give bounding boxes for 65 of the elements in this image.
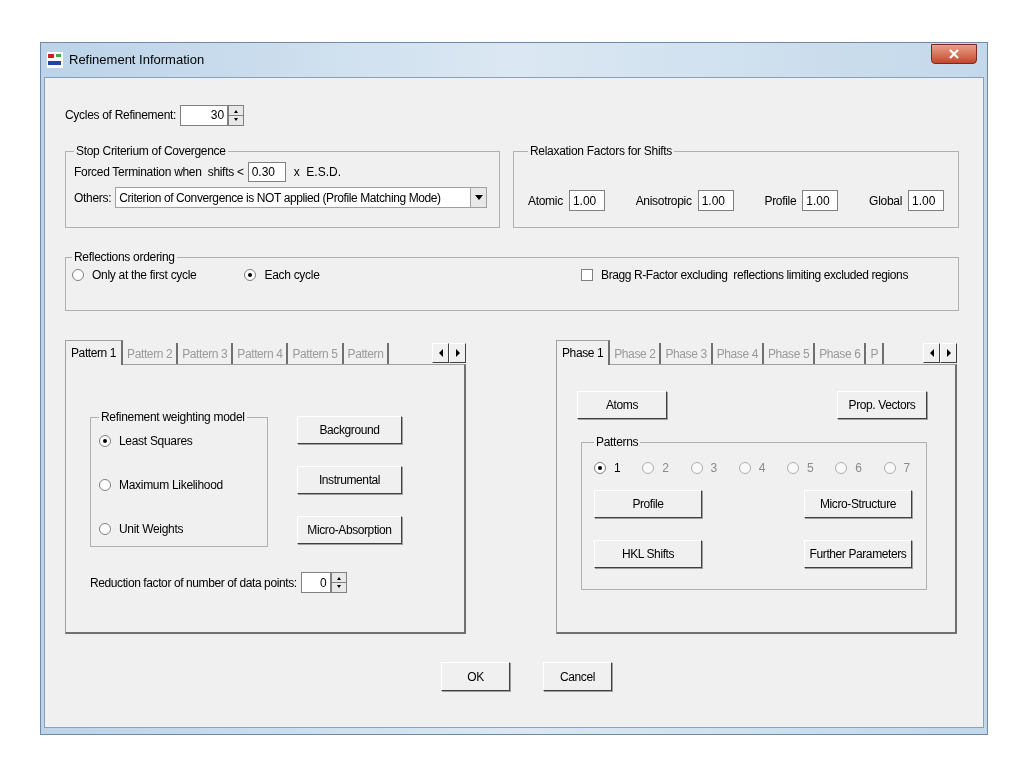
push-button[interactable]: HKL Shifts <box>594 540 702 568</box>
radio-label: 7 <box>903 460 910 477</box>
push-button[interactable]: Instrumental <box>297 466 402 494</box>
text-field[interactable]: 1.00 <box>802 190 839 211</box>
push-button[interactable]: Micro-Absorption <box>297 516 402 544</box>
tab-scroll-button[interactable] <box>940 343 957 363</box>
dropdown[interactable]: Criterion of Convergence is NOT applied (Profile Matching Mode) <box>115 187 488 208</box>
radio-button[interactable] <box>99 523 111 535</box>
spin-buttons[interactable] <box>228 104 245 126</box>
field-label: Global <box>869 192 902 210</box>
radio-button[interactable] <box>99 435 111 447</box>
push-button[interactable]: Background <box>297 416 402 444</box>
radio-label: 2 <box>662 460 669 477</box>
field-label: x E.S.D. <box>293 164 341 181</box>
push-button[interactable]: Micro-Structure <box>804 490 912 518</box>
dropdown-arrow-icon <box>474 195 483 200</box>
checkbox[interactable] <box>581 269 594 281</box>
push-button[interactable]: Profile <box>594 490 702 518</box>
radio-button[interactable] <box>72 269 84 281</box>
group-title: Refinement weighting model <box>100 409 246 426</box>
radio-button[interactable] <box>244 269 257 281</box>
field-label: Cycles of Refinement: <box>65 107 177 124</box>
radio-label: Each cycle <box>264 267 320 284</box>
group-title: Patterns <box>595 434 640 451</box>
field-label: Profile <box>764 192 797 210</box>
field-label: Atomic <box>528 192 563 210</box>
radio-label: Unit Weights <box>119 521 184 538</box>
push-button[interactable]: Cancel <box>543 662 612 691</box>
group-title: Relaxation Factors for Shifts <box>529 143 674 160</box>
tab[interactable]: Pattern 1 <box>65 340 124 365</box>
tab[interactable]: Phase 1 <box>556 340 611 365</box>
radio-button[interactable] <box>99 479 111 491</box>
push-button[interactable]: OK <box>441 662 510 691</box>
radio-label: 3 <box>710 460 717 477</box>
close-button[interactable] <box>931 44 977 64</box>
field-label: Others: <box>74 189 112 207</box>
checkbox-label: Bragg R-Factor excluding reflections limiting excluded regions <box>601 267 908 284</box>
radio-label: Only at the first cycle <box>92 267 197 284</box>
radio-label: 1 <box>614 460 621 477</box>
window-title: Refinement Information <box>69 51 205 70</box>
tab-scroll-button[interactable] <box>432 343 449 363</box>
tab-scroll-button[interactable] <box>449 343 466 363</box>
radio-label: 6 <box>855 460 862 477</box>
push-button[interactable]: Atoms <box>577 391 667 419</box>
spin-field[interactable]: 30 <box>180 104 229 126</box>
radio-label: 5 <box>807 460 814 477</box>
group-title: Stop Criterium of Covergence <box>75 143 227 160</box>
radio-label: 4 <box>758 460 766 477</box>
radio-button[interactable] <box>594 462 606 474</box>
close-icon <box>949 49 959 59</box>
field-label: Reduction factor of number of data points: <box>90 574 297 592</box>
spin-field[interactable]: 0 <box>300 572 331 593</box>
radio-label: Least Squares <box>119 433 193 450</box>
radio-label: Maximum Likelihood <box>119 477 223 494</box>
text-field[interactable]: 1.00 <box>697 190 734 211</box>
group-title: Reflections ordering <box>73 249 176 266</box>
app-icon <box>47 52 63 68</box>
push-button[interactable]: Prop. Vectors <box>837 391 927 419</box>
tab-scroll-button[interactable] <box>923 343 940 363</box>
field-label: Anisotropic <box>635 192 692 210</box>
text-field[interactable]: 1.00 <box>908 190 944 211</box>
text-field[interactable]: 0.30 <box>247 162 286 182</box>
field-label: Forced Termination when shifts < <box>74 164 244 181</box>
text-field[interactable]: 1.00 <box>568 190 605 211</box>
push-button[interactable]: Further Parameters <box>804 540 912 568</box>
